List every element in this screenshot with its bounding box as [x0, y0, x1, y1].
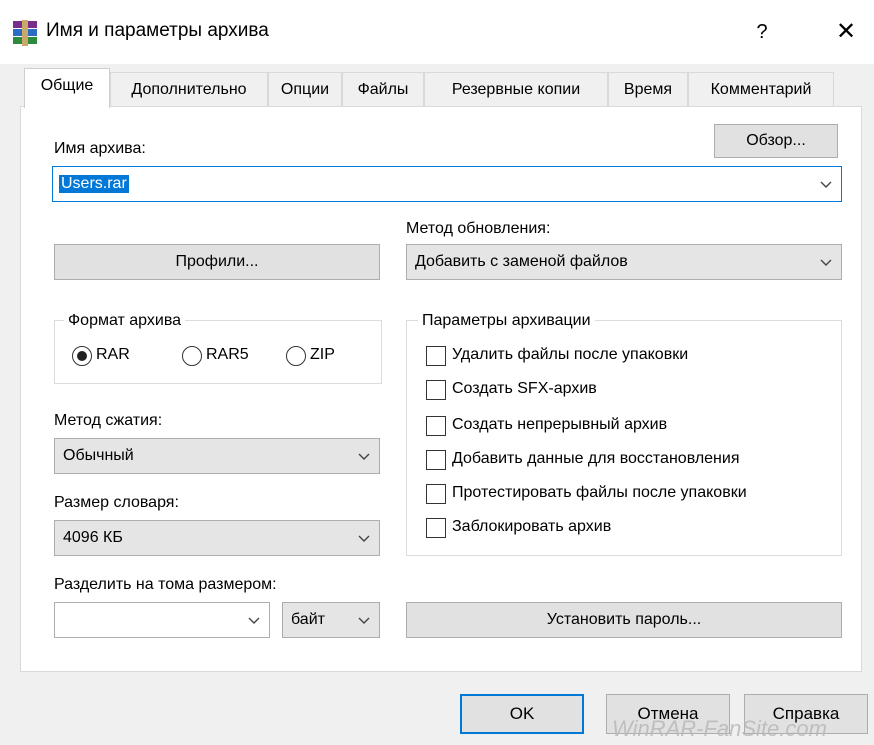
- delete-files-label: Удалить файлы после упаковки: [452, 346, 689, 363]
- radio-rar[interactable]: [72, 346, 92, 366]
- window-title: Имя и параметры архива: [46, 20, 269, 41]
- tab-options[interactable]: Опции: [268, 72, 342, 106]
- chevron-down-icon[interactable]: [819, 177, 833, 191]
- close-button[interactable]: ✕: [826, 14, 866, 50]
- solid-archive-label: Создать непрерывный архив: [452, 416, 668, 433]
- radio-rar5[interactable]: [182, 346, 202, 366]
- radio-zip[interactable]: [286, 346, 306, 366]
- tab-general[interactable]: Общие: [24, 68, 110, 108]
- radio-rar-label: RAR: [96, 346, 130, 363]
- dictionary-size-label: Размер словаря:: [54, 494, 179, 511]
- help-button[interactable]: ?: [746, 16, 778, 48]
- radio-rar5-label: RAR5: [206, 346, 249, 363]
- compression-method-select[interactable]: Обычный: [54, 438, 380, 474]
- checkbox-create-sfx[interactable]: [426, 380, 446, 400]
- create-sfx-label: Создать SFX-архив: [452, 380, 597, 397]
- chevron-down-icon: [358, 453, 370, 460]
- archive-name-value[interactable]: Users.rar: [59, 175, 129, 193]
- checkbox-solid-archive[interactable]: [426, 416, 446, 436]
- tab-advanced[interactable]: Дополнительно: [110, 72, 268, 106]
- update-method-select[interactable]: Добавить с заменой файлов: [406, 244, 842, 280]
- split-unit-select[interactable]: байт: [282, 602, 380, 638]
- archive-name-label: Имя архива:: [54, 140, 146, 157]
- archive-name-input[interactable]: Users.rar: [52, 166, 842, 202]
- tab-files[interactable]: Файлы: [342, 72, 424, 106]
- chevron-down-icon: [358, 617, 370, 624]
- checkbox-test-files[interactable]: [426, 484, 446, 504]
- chevron-down-icon: [820, 259, 832, 266]
- tab-time[interactable]: Время: [608, 72, 688, 106]
- update-method-value: Добавить с заменой файлов: [415, 253, 628, 270]
- browse-button[interactable]: Обзор...: [714, 124, 838, 158]
- ok-button[interactable]: OK: [460, 694, 584, 734]
- watermark: WinRAR-FanSite.com: [612, 716, 827, 741]
- winrar-books-icon: [12, 20, 38, 46]
- checkbox-recovery-record[interactable]: [426, 450, 446, 470]
- set-password-button[interactable]: Установить пароль...: [406, 602, 842, 638]
- radio-zip-label: ZIP: [310, 346, 335, 363]
- split-volumes-label: Разделить на тома размером:: [54, 576, 277, 593]
- chevron-down-icon: [358, 535, 370, 542]
- compression-method-value: Обычный: [63, 447, 134, 464]
- archive-format-title: Формат архива: [64, 312, 186, 330]
- checkbox-lock-archive[interactable]: [426, 518, 446, 538]
- lock-archive-label: Заблокировать архив: [452, 518, 612, 535]
- profiles-button[interactable]: Профили...: [54, 244, 380, 280]
- recovery-record-label: Добавить данные для восстановления: [452, 450, 740, 467]
- split-size-input[interactable]: [54, 602, 270, 638]
- tab-backup[interactable]: Резервные копии: [424, 72, 608, 106]
- test-files-label: Протестировать файлы после упаковки: [452, 484, 747, 501]
- dictionary-size-value: 4096 КБ: [63, 529, 123, 546]
- dictionary-size-select[interactable]: 4096 КБ: [54, 520, 380, 556]
- split-unit-value: байт: [291, 611, 325, 628]
- archiving-options-title: Параметры архивации: [418, 312, 595, 330]
- tab-comment[interactable]: Комментарий: [688, 72, 834, 106]
- compression-method-label: Метод сжатия:: [54, 412, 163, 429]
- chevron-down-icon[interactable]: [247, 613, 261, 627]
- update-method-label: Метод обновления:: [406, 220, 551, 237]
- checkbox-delete-files[interactable]: [426, 346, 446, 366]
